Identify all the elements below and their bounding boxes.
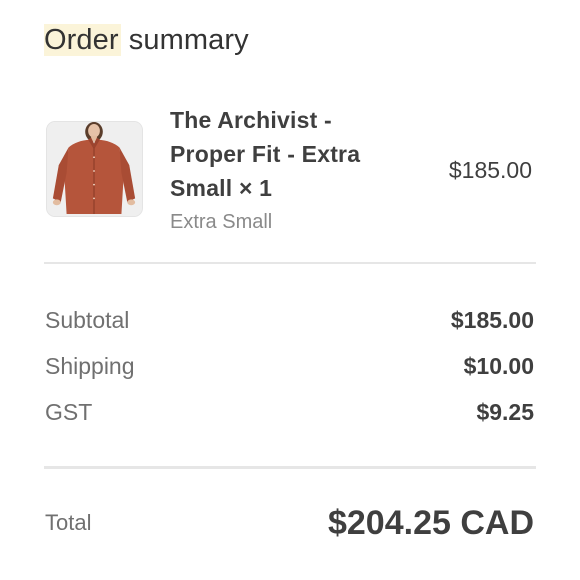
product-variant: Extra Small xyxy=(170,211,273,233)
shirt-image-icon xyxy=(47,122,142,216)
total-value: $204.25 CAD xyxy=(327,504,534,542)
product-title: The Archivist - Proper Fit - Extra Small… xyxy=(170,107,361,201)
divider xyxy=(44,466,536,469)
order-summary-panel: Order summary The Archivist - Proper Fit… xyxy=(0,0,580,580)
heading-rest: summary xyxy=(120,24,249,56)
shipping-label: Shipping xyxy=(45,353,135,379)
shipping-value: $10.00 xyxy=(463,353,534,379)
divider xyxy=(44,262,536,264)
product-thumbnail xyxy=(46,121,143,217)
gst-value: $9.25 xyxy=(476,399,534,425)
heading-highlight: Order xyxy=(44,24,121,56)
total-label: Total xyxy=(45,510,92,535)
gst-label: GST xyxy=(45,399,93,425)
product-price: $185.00 xyxy=(448,157,532,183)
order-summary-heading: Order summary xyxy=(44,22,249,58)
subtotal-label: Subtotal xyxy=(45,307,130,333)
subtotal-value: $185.00 xyxy=(450,307,534,333)
